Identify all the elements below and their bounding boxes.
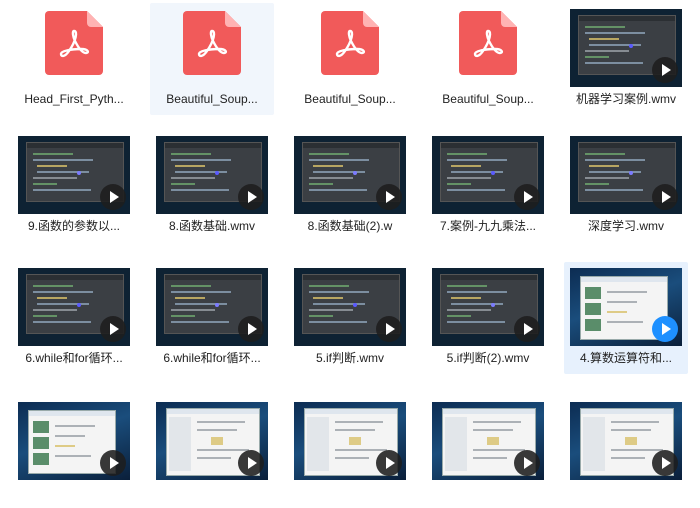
pdf-icon: [459, 11, 517, 75]
video-thumbnail: [432, 402, 544, 480]
play-icon: [238, 316, 264, 342]
video-thumbnail: [156, 268, 268, 346]
file-name-label: [564, 482, 688, 502]
file-name-label: Beautiful_Soup...: [166, 92, 258, 106]
file-name-label: 深度学习.wmv: [588, 219, 664, 233]
file-name-label: 5.if判断(2).wmv: [446, 351, 530, 365]
play-icon: [376, 450, 402, 476]
video-thumbnail: [18, 136, 130, 214]
file-name-label: 8.函数基础(2).w: [307, 219, 393, 233]
pdf-icon: [45, 11, 103, 75]
video-thumbnail: [18, 402, 130, 480]
file-tile-pdf[interactable]: Beautiful_Soup...: [288, 3, 412, 115]
file-tile-video[interactable]: 5.if判断(2).wmv: [426, 262, 550, 374]
file-name-label: 8.函数基础.wmv: [168, 219, 255, 233]
file-tile-video[interactable]: 深度学习.wmv: [564, 130, 688, 242]
play-icon: [238, 184, 264, 210]
video-thumbnail: [156, 136, 268, 214]
file-tile-video[interactable]: 9.函数的参数以...: [12, 130, 136, 242]
play-icon: [652, 450, 678, 476]
play-icon: [514, 450, 540, 476]
play-icon: [100, 184, 126, 210]
file-name-label: 7.案例-九九乘法...: [439, 219, 536, 233]
play-icon: [100, 316, 126, 342]
file-name-label: 9.函数的参数以...: [27, 219, 120, 233]
video-thumbnail: [432, 268, 544, 346]
file-tile-video[interactable]: [426, 396, 550, 508]
file-tile-video[interactable]: [564, 396, 688, 508]
file-name-label: [288, 482, 412, 502]
file-tile-video[interactable]: 7.案例-九九乘法...: [426, 130, 550, 242]
file-name-label: Head_First_Pyth...: [24, 92, 124, 106]
file-name-label: 6.while和for循环...: [163, 351, 261, 365]
file-tile-pdf[interactable]: Beautiful_Soup...: [426, 3, 550, 115]
file-tile-video[interactable]: 8.函数基础.wmv: [150, 130, 274, 242]
play-icon: [514, 184, 540, 210]
file-name-label: 5.if判断.wmv: [315, 351, 384, 365]
video-thumbnail: [294, 268, 406, 346]
file-name-label: 6.while和for循环...: [25, 351, 123, 365]
pdf-icon: [321, 11, 379, 75]
play-icon: [376, 184, 402, 210]
file-grid: Head_First_Pyth... Beautiful_Soup... Beaut…: [0, 0, 700, 491]
play-icon: [652, 57, 678, 83]
play-icon: [238, 450, 264, 476]
pdf-icon: [183, 11, 241, 75]
play-icon: [514, 316, 540, 342]
video-thumbnail: [570, 402, 682, 480]
file-name-label: 4.算数运算符和...: [579, 351, 672, 365]
file-tile-video[interactable]: 4.算数运算符和...: [564, 262, 688, 374]
file-name-label: Beautiful_Soup...: [304, 92, 396, 106]
file-name-label: Beautiful_Soup...: [442, 92, 534, 106]
file-tile-video[interactable]: 6.while和for循环...: [12, 262, 136, 374]
video-thumbnail: [570, 268, 682, 346]
play-icon: [652, 316, 678, 342]
play-icon: [100, 450, 126, 476]
play-icon: [376, 316, 402, 342]
video-thumbnail: [18, 268, 130, 346]
play-icon: [652, 184, 678, 210]
file-tile-video[interactable]: 5.if判断.wmv: [288, 262, 412, 374]
file-tile-pdf[interactable]: Beautiful_Soup...: [150, 3, 274, 115]
video-thumbnail: [294, 402, 406, 480]
file-tile-video[interactable]: [150, 396, 274, 508]
video-thumbnail: [156, 402, 268, 480]
file-tile-pdf[interactable]: Head_First_Pyth...: [12, 3, 136, 115]
file-tile-video[interactable]: [12, 396, 136, 508]
file-tile-video[interactable]: 6.while和for循环...: [150, 262, 274, 374]
file-tile-video[interactable]: 8.函数基础(2).w: [288, 130, 412, 242]
file-name-label: [150, 482, 274, 502]
video-thumbnail: [570, 136, 682, 214]
video-thumbnail: [294, 136, 406, 214]
file-name-label: [12, 482, 136, 502]
file-tile-video[interactable]: [288, 396, 412, 508]
file-tile-video[interactable]: 机器学习案例.wmv: [564, 3, 688, 115]
file-name-label: 机器学习案例.wmv: [576, 92, 676, 106]
file-name-label: [426, 482, 550, 502]
video-thumbnail: [570, 9, 682, 87]
video-thumbnail: [432, 136, 544, 214]
